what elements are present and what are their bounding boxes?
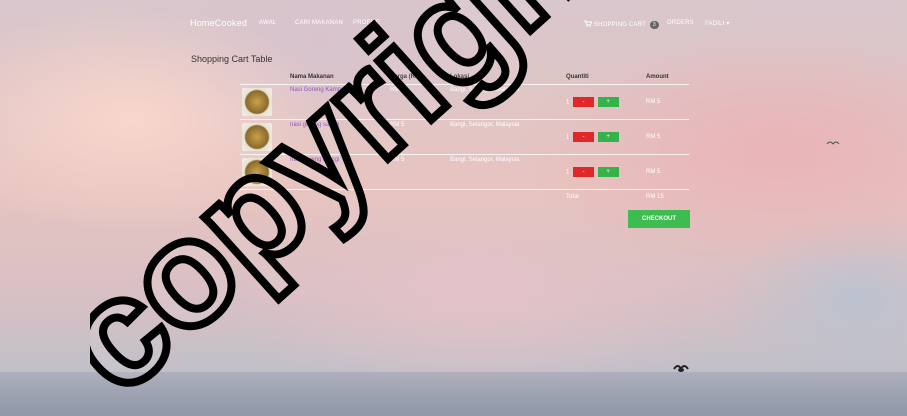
bird-icon	[826, 141, 840, 145]
food-location: Bangi, Selangor, Malaysia	[448, 84, 564, 120]
table-row: Nasi Goreng Kampung RM 5 Bangi, Selangor…	[240, 84, 689, 120]
background-sky	[0, 0, 907, 416]
table-row: nasi goreng maggi RM 5 Bangi, Selangor, …	[240, 154, 689, 190]
cart-count-badge: 3	[649, 21, 659, 29]
background-water	[0, 372, 907, 416]
food-thumb-cell	[240, 119, 288, 155]
quantity-cell: 1 - +	[564, 154, 644, 190]
quantity-cell: 1 - +	[564, 119, 644, 155]
brand-logo[interactable]: HomeCooked	[190, 18, 247, 28]
row-amount: RM 5	[644, 154, 689, 190]
row-amount: RM 5	[644, 119, 689, 155]
food-name-link[interactable]: nasi goreng sardin	[288, 119, 388, 155]
header-quantiti: Quantiti	[566, 74, 589, 80]
nav-cart[interactable]: SHOPPING CART 3	[584, 20, 659, 29]
increase-qty-button[interactable]: +	[597, 132, 619, 142]
total-value: RM 15	[644, 189, 689, 204]
total-row: Total RM 15	[240, 189, 689, 204]
shopping-cart-icon	[584, 20, 593, 27]
quantity-value: 1	[566, 169, 570, 176]
page-title: Shopping Cart Table	[191, 54, 273, 64]
decrease-qty-button[interactable]: -	[573, 167, 595, 177]
food-price: RM 5	[388, 154, 448, 190]
quantity-value: 1	[566, 134, 570, 141]
bird-icon	[673, 365, 689, 372]
increase-qty-button[interactable]: +	[597, 97, 619, 107]
nav-link-awal[interactable]: AWAL	[259, 20, 276, 26]
table-row: nasi goreng sardin RM 5 Bangi, Selangor,…	[240, 119, 689, 155]
header-thumb	[240, 70, 288, 85]
increase-qty-button[interactable]: +	[597, 167, 619, 177]
food-name-link[interactable]: nasi goreng maggi	[288, 154, 388, 190]
nav-link-profile[interactable]: PROFILE	[353, 20, 380, 26]
quantity-cell: 1 - +	[564, 84, 644, 120]
food-name-link[interactable]: Nasi Goreng Kampung	[288, 84, 388, 120]
food-image	[242, 158, 272, 186]
cart-label: SHOPPING CART	[593, 22, 646, 28]
nav-link-orders[interactable]: ORDERS	[667, 20, 694, 26]
cart-table: Nama Makanan Harga (RM) Lokasi Quantiti …	[240, 70, 689, 204]
food-thumb-cell	[240, 84, 288, 120]
header-amount: Amount	[646, 74, 669, 80]
food-price: RM 5	[388, 119, 448, 155]
total-label: Total	[564, 189, 644, 204]
food-location: Bangi, Selangor, Malaysia	[448, 119, 564, 155]
food-image	[242, 88, 272, 116]
navbar: HomeCooked AWAL CARI MAKANAN PROFILE SHO…	[190, 17, 737, 31]
quantity-value: 1	[566, 99, 570, 106]
nav-link-cari-makanan[interactable]: CARI MAKANAN	[295, 20, 343, 26]
header-nama: Nama Makanan	[290, 74, 334, 80]
checkout-button[interactable]: CHECKOUT	[628, 210, 690, 228]
food-price: RM 5	[388, 84, 448, 120]
nav-user-dropdown[interactable]: FADILI ▾	[705, 20, 730, 27]
food-image	[242, 123, 272, 151]
decrease-qty-button[interactable]: -	[573, 97, 595, 107]
food-thumb-cell	[240, 154, 288, 190]
header-lokasi: Lokasi	[450, 74, 470, 80]
header-harga: Harga (RM)	[390, 74, 423, 80]
decrease-qty-button[interactable]: -	[573, 132, 595, 142]
table-header-row: Nama Makanan Harga (RM) Lokasi Quantiti …	[240, 70, 689, 85]
row-amount: RM 5	[644, 84, 689, 120]
food-location: Bangi, Selangor, Malaysia	[448, 154, 564, 190]
